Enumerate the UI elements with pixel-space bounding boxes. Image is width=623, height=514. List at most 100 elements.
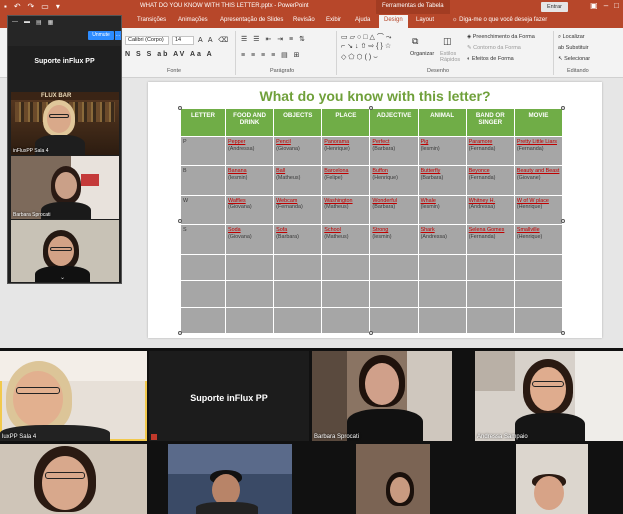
answer-cell[interactable]: Webcam (Fernanda) (273, 194, 323, 226)
answer-cell[interactable]: Waffles (Giovana) (224, 194, 275, 226)
resize-handle[interactable] (561, 219, 565, 223)
shape-fill-button[interactable]: ◈ Preenchimento da Forma (467, 34, 535, 40)
empty-cell[interactable] (273, 253, 323, 282)
tab-design[interactable]: Design (379, 15, 408, 28)
tell-me-search[interactable]: ☼ Diga-me o que você deseja fazer (452, 17, 547, 23)
header-food-and-drink[interactable]: FOOD AND DRINK (224, 108, 275, 137)
shapes-gallery[interactable]: ▭▱○□△⌒⤳ (341, 32, 393, 42)
header-movie[interactable]: MOVIE (513, 108, 564, 137)
tab-slideshow[interactable]: Apresentação de Slides (220, 17, 283, 23)
shape-outline-button[interactable]: ✎ Contorno da Forma (467, 45, 521, 51)
empty-cell[interactable] (273, 280, 323, 308)
empty-cell[interactable] (224, 280, 275, 308)
resize-handle[interactable] (178, 106, 182, 110)
customize-icon[interactable]: ▾ (56, 2, 60, 11)
empty-cell[interactable] (224, 253, 275, 282)
slide-title[interactable]: What do you know with this letter? (148, 88, 602, 104)
resize-handle[interactable] (561, 106, 565, 110)
save-icon[interactable]: ▪ (4, 2, 7, 11)
empty-cell[interactable] (465, 306, 515, 335)
list-buttons[interactable]: ☰ ☰ ⇤ ⇥ ≡ ⇅ (241, 35, 307, 43)
font-size-buttons[interactable]: A A ⌫ (198, 36, 230, 44)
answer-cell[interactable]: Panorama (Henrique) (321, 135, 371, 167)
answer-cell[interactable]: Soda (Giovana) (224, 224, 275, 255)
empty-cell[interactable] (321, 253, 371, 282)
empty-cell[interactable] (180, 253, 226, 282)
answer-cell[interactable]: Sofa (Barbara) (273, 224, 323, 255)
participant-video[interactable] (516, 444, 588, 514)
header-place[interactable]: PLACE (321, 108, 371, 137)
minimize-video-icon[interactable]: — (12, 19, 18, 26)
tab-transitions[interactable]: Transições (137, 17, 166, 23)
answer-cell[interactable]: Selena Gomes (Fernanda) (465, 224, 515, 255)
participant-video[interactable] (11, 220, 119, 282)
shape-effects-button[interactable]: ◐ Efeitos de Forma (467, 56, 514, 62)
tab-help[interactable]: Ajuda (355, 17, 370, 23)
answer-cell[interactable]: Ball (Matheus) (273, 165, 323, 196)
empty-cell[interactable] (180, 306, 226, 335)
align-buttons[interactable]: ≡ ≡ ≡ ≡ ▤ ⊞ (241, 51, 302, 59)
quick-styles-button[interactable]: Estilos Rápidos (440, 51, 464, 63)
answer-cell[interactable]: Beyonce (Fernanda) (465, 165, 515, 196)
more-button[interactable]: ... (115, 31, 121, 40)
empty-cell[interactable] (369, 280, 419, 308)
ribbon-display-icon[interactable]: ▣ (590, 1, 598, 10)
letter-cell[interactable]: S (180, 224, 226, 255)
header-band-or-singer[interactable]: BAND OR SINGER (465, 108, 515, 137)
empty-cell[interactable] (273, 306, 323, 335)
header-animal[interactable]: ANIMAL (417, 108, 467, 137)
shapes-gallery-row2[interactable]: ⌐↘↓⇧⇨{}☆ (341, 42, 393, 50)
tab-view[interactable]: Exibir (326, 17, 341, 23)
tab-layout[interactable]: Layout (416, 17, 434, 23)
chevron-down-icon[interactable]: ⌄ (60, 274, 65, 281)
gallery-view-icon[interactable]: ▦ (48, 19, 54, 26)
maximize-icon[interactable]: □ (614, 1, 619, 10)
answer-cell[interactable]: Strong (lesmin) (369, 224, 419, 255)
empty-cell[interactable] (513, 306, 564, 335)
participant-video[interactable]: FLUX BAR inFluxPP Sala 4 (11, 92, 119, 155)
answer-cell[interactable]: Perfect (Barbara) (369, 135, 419, 167)
answer-cell[interactable]: Shark (Andressa) (417, 224, 467, 255)
find-button[interactable]: ⌕ Localizar (558, 34, 585, 41)
answer-cell[interactable]: Whale (lesmin) (417, 194, 467, 226)
tab-review[interactable]: Revisão (293, 17, 315, 23)
empty-cell[interactable] (417, 280, 467, 308)
answer-cell[interactable]: Pencil (Giovana) (273, 135, 323, 167)
undo-icon[interactable]: ↶ (14, 2, 21, 11)
letter-cell[interactable]: B (180, 165, 226, 196)
header-letter[interactable]: LETTER (180, 108, 226, 137)
participant-video[interactable] (0, 444, 147, 514)
minimize-icon[interactable]: – (604, 1, 608, 10)
speaker-view-icon[interactable]: ▬ (24, 19, 30, 26)
empty-cell[interactable] (417, 306, 467, 335)
empty-cell[interactable] (369, 306, 419, 335)
font-size-select[interactable]: 14 (172, 36, 194, 45)
answer-cell[interactable]: Buffon (Henrique) (369, 165, 419, 196)
resize-handle[interactable] (369, 331, 373, 335)
participant-video[interactable]: Barbara Sprocati (312, 351, 452, 441)
resize-handle[interactable] (561, 331, 565, 335)
letter-cell[interactable]: P (180, 135, 226, 167)
empty-cell[interactable] (180, 280, 226, 308)
participant-video[interactable] (356, 444, 430, 514)
unmute-button[interactable]: Unmute (88, 31, 114, 40)
empty-cell[interactable] (224, 306, 275, 335)
replace-button[interactable]: ab Substituir (558, 45, 589, 51)
participant-video[interactable] (168, 444, 292, 514)
font-name-select[interactable]: Calibri (Corpo) (125, 36, 169, 45)
answer-cell[interactable]: W of W place (Henrique) (513, 194, 564, 226)
participant-video[interactable]: luxPP Sala 4 (0, 351, 147, 441)
resize-handle[interactable] (178, 219, 182, 223)
redo-icon[interactable]: ↷ (28, 2, 35, 11)
answer-cell[interactable]: Whitney H. (Andressa) (465, 194, 515, 226)
signin-button[interactable]: Entrar (541, 2, 568, 12)
strip-view-icon[interactable]: ▤ (36, 19, 42, 26)
start-presentation-icon[interactable]: ▭ (41, 2, 49, 11)
letter-game-table[interactable]: LETTER FOOD AND DRINK OBJECTS PLACE ADJE… (180, 108, 564, 335)
answer-cell[interactable]: Pretty Little Liars (Fernanda) (513, 135, 564, 167)
empty-cell[interactable] (369, 253, 419, 282)
header-objects[interactable]: OBJECTS (273, 108, 323, 137)
letter-cell[interactable]: W (180, 194, 226, 226)
participant-video[interactable]: Barbara Sprocati (11, 156, 119, 219)
header-adjective[interactable]: ADJECTIVE (369, 108, 419, 137)
